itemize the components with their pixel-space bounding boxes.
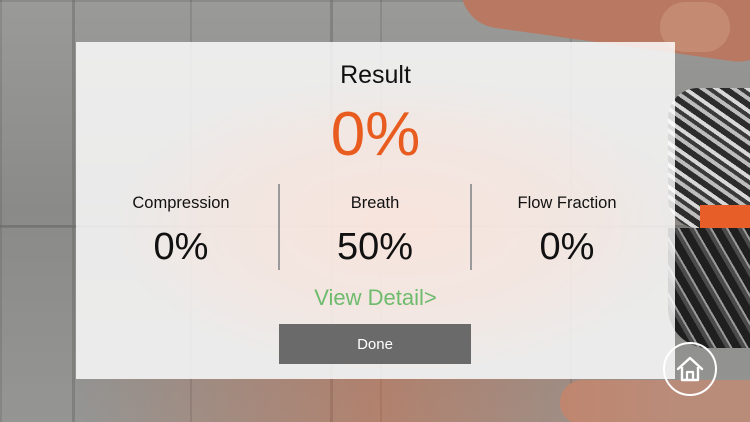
metrics-row: Compression 0% Breath 50% Flow Fraction … [76,182,675,272]
floor-tile-seam [72,0,75,422]
home-button[interactable] [663,342,717,396]
overall-score: 0% [330,100,421,169]
tattooed-leg [668,228,750,348]
metric-label: Flow Fraction [517,194,617,212]
metric-flow-fraction: Flow Fraction 0% [472,182,662,266]
result-dialog: Result 0% Compression 0% Breath 50% Flow… [76,42,675,379]
metric-value: 50% [336,226,414,268]
metric-compression: Compression 0% [86,182,276,266]
metric-value: 0% [539,226,595,268]
metric-label: Compression [132,194,230,212]
metric-label: Breath [350,194,400,212]
metric-value: 0% [153,226,209,268]
bottom-glow [80,378,680,422]
metric-breath: Breath 50% [280,182,470,266]
view-detail-link[interactable]: View Detail> [76,285,675,311]
home-icon [675,355,705,383]
dialog-title: Result [340,61,411,89]
done-button[interactable]: Done [279,324,471,364]
